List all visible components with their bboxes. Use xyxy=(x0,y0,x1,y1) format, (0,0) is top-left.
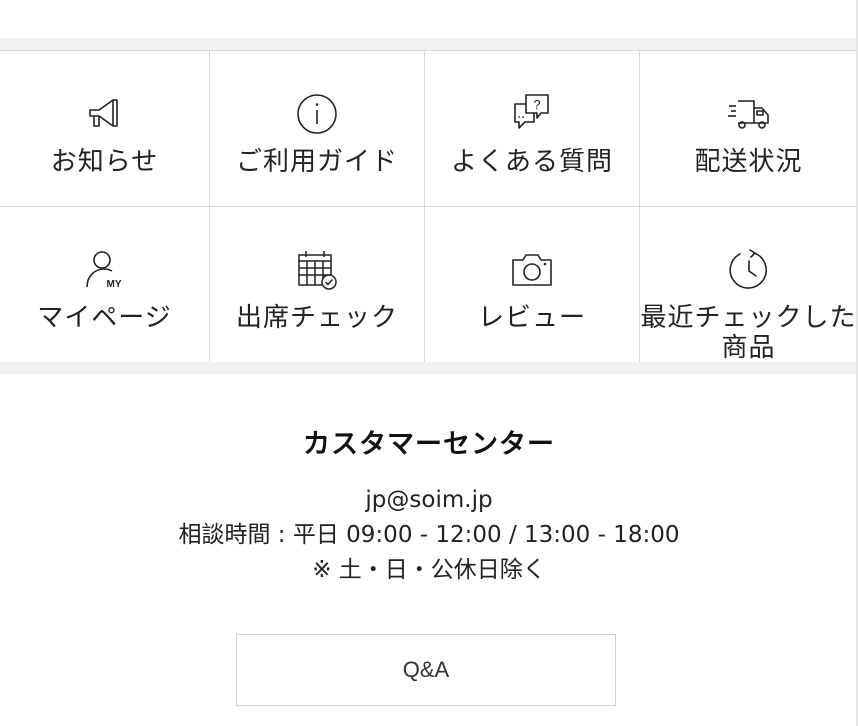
menu-label: 配送状況 xyxy=(694,147,803,177)
shortcut-menu-grid: お知らせ ご利用ガイド ? よくある質問 配送状況 MY マイページ 出席チェッ… xyxy=(0,50,858,363)
info-icon xyxy=(294,91,340,137)
megaphone-icon xyxy=(82,91,128,137)
user-my-icon: MY xyxy=(82,247,128,293)
menu-item-notice[interactable]: お知らせ xyxy=(0,51,210,207)
camera-icon xyxy=(509,247,555,293)
menu-label: よくある質問 xyxy=(450,147,613,177)
menu-label: 出席チェック xyxy=(235,303,398,333)
support-hours: 相談時間 : 平日 09:00 - 12:00 / 13:00 - 18:00 xyxy=(178,522,680,548)
question-mark: ? xyxy=(533,97,540,112)
menu-item-review[interactable]: レビュー xyxy=(425,207,640,363)
section-divider-top xyxy=(0,38,858,50)
my-mark: MY xyxy=(106,279,121,290)
top-blank-area xyxy=(0,0,858,38)
menu-label: お知らせ xyxy=(50,147,159,177)
menu-item-faq[interactable]: ? よくある質問 xyxy=(425,51,640,207)
menu-label: レビュー xyxy=(477,303,586,333)
menu-item-attendance-check[interactable]: 出席チェック xyxy=(210,207,425,363)
support-email[interactable]: jp@soim.jp xyxy=(0,483,858,518)
section-divider-bottom xyxy=(0,362,858,374)
menu-label: ご利用ガイド xyxy=(235,147,398,177)
clock-icon xyxy=(726,247,772,293)
menu-item-delivery-status[interactable]: 配送状況 xyxy=(640,51,858,207)
menu-item-guide[interactable]: ご利用ガイド xyxy=(210,51,425,207)
qa-button[interactable]: Q&A xyxy=(236,634,616,706)
menu-label: 最近チェックした商品 xyxy=(640,303,857,363)
menu-label: マイページ xyxy=(37,303,172,333)
customer-center-title: カスタマーセンター xyxy=(303,429,555,460)
customer-center: カスタマーセンター jp@soim.jp 相談時間 : 平日 09:00 - 1… xyxy=(0,374,858,726)
menu-item-mypage[interactable]: MY マイページ xyxy=(0,207,210,363)
support-hours-note: ※ 土・日・公休日除く xyxy=(312,557,546,583)
calendar-check-icon xyxy=(294,247,340,293)
menu-item-recently-viewed[interactable]: 最近チェックした商品 xyxy=(640,207,858,363)
delivery-truck-icon xyxy=(726,91,772,137)
customer-center-info: jp@soim.jp 相談時間 : 平日 09:00 - 12:00 / 13:… xyxy=(0,483,858,588)
faq-chat-icon: ? xyxy=(509,91,555,137)
